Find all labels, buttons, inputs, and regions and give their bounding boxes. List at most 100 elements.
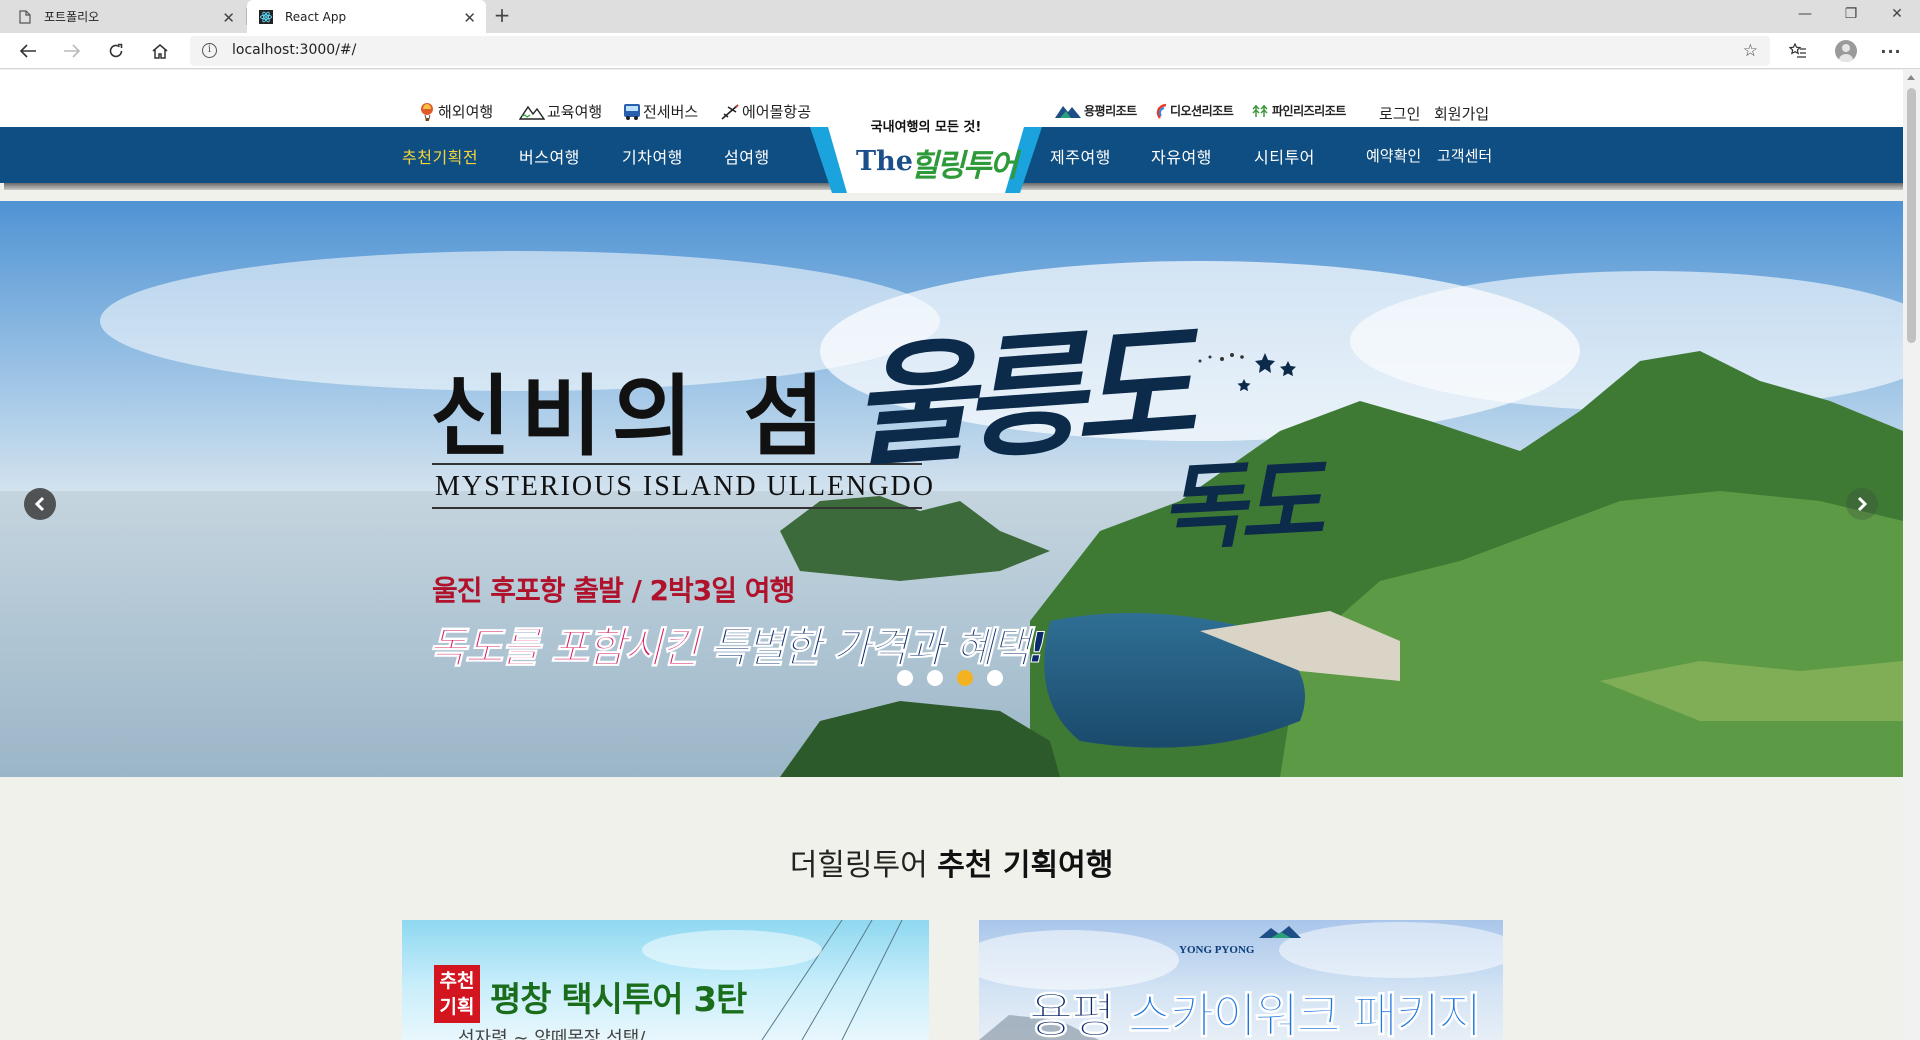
- refresh-icon: [109, 43, 123, 58]
- hero-benefit-part2: 특별한 가격과 혜택!: [709, 623, 1048, 673]
- forward-button[interactable]: [58, 37, 86, 65]
- logo-the: The: [856, 146, 913, 177]
- nav-bus-travel[interactable]: 버스여행: [519, 144, 580, 168]
- chevron-left-icon: [34, 496, 45, 512]
- promo-card-yongpyong[interactable]: YONG PYONG 용평 스카이워크 패키지: [979, 920, 1503, 1040]
- resort-label: 디오션리조트: [1170, 104, 1234, 118]
- url-text[interactable]: localhost:3000/#/: [232, 42, 356, 58]
- restore-icon[interactable]: ❐: [1828, 0, 1874, 30]
- site-info-icon[interactable]: i: [202, 43, 217, 58]
- profile-avatar-icon: [1835, 40, 1857, 62]
- slider-pagination: [897, 670, 1003, 686]
- hero-rule-top: [432, 463, 922, 465]
- nav-train-travel[interactable]: 기차여행: [622, 144, 683, 168]
- pinerise-logo-icon: [1252, 103, 1270, 119]
- back-arrow-icon: [19, 44, 36, 58]
- new-tab-button[interactable]: +: [490, 4, 514, 28]
- hero-brush-ulleungdo: 울릉도: [845, 308, 1191, 487]
- logo-name-ko: 힐링투어: [910, 148, 1018, 184]
- home-button[interactable]: [146, 37, 174, 65]
- util-link-overseas[interactable]: 해외여행: [416, 101, 493, 122]
- refresh-button[interactable]: [102, 37, 130, 65]
- signup-link[interactable]: 회원가입: [1434, 103, 1489, 124]
- close-tab-icon[interactable]: ✕: [222, 9, 235, 27]
- resort-link-theocean[interactable]: 디오션리조트: [1154, 102, 1234, 119]
- nav-jeju-travel[interactable]: 제주여행: [1050, 144, 1111, 168]
- resort-label: 파인리즈리조트: [1272, 104, 1346, 118]
- favorites-list-icon: [1789, 43, 1806, 58]
- home-icon: [152, 44, 168, 59]
- chevron-right-icon: [1857, 496, 1868, 512]
- resort-link-pinerise[interactable]: 파인리즈리조트: [1252, 102, 1346, 119]
- card-brand: YONG PYONG: [1179, 944, 1255, 956]
- hero-brush-dokdo: 독도: [1157, 446, 1321, 564]
- nav-recommended[interactable]: 추천기획전: [402, 144, 478, 168]
- resort-label: 용평리조트: [1084, 104, 1137, 118]
- promo-card-pyeongchang[interactable]: 추천 기획 평창 택시투어 3탄 선자령 ~ 양떼목장 선택/: [402, 920, 929, 1040]
- page-viewport: 해외여행 교육여행 전세버스 에어몰항공 용평리조트 디오션리조트 파인리즈리조…: [0, 70, 1903, 1040]
- airplane-icon: [720, 103, 740, 121]
- stars-icon: [1198, 353, 1296, 392]
- card-subtitle: 선자령 ~ 양떼목장 선택/: [458, 1028, 646, 1040]
- more-menu-icon[interactable]: ···: [1876, 37, 1906, 65]
- stamp-text: 추천 기획: [439, 970, 475, 1018]
- login-link[interactable]: 로그인: [1379, 103, 1420, 124]
- react-icon: [259, 9, 273, 24]
- util-link-charter-bus[interactable]: 전세버스: [623, 101, 698, 122]
- browser-tab-portfolio[interactable]: 포트폴리오 ✕: [0, 0, 245, 33]
- mountain-icon: [519, 103, 545, 121]
- theocean-logo-icon: [1154, 103, 1168, 119]
- hero-subtitle-departure: 울진 후포항 출발 / 2박3일 여행: [432, 574, 795, 607]
- favorites-button[interactable]: [1783, 37, 1813, 65]
- util-link-label: 교육여행: [547, 103, 603, 121]
- browser-tab-react-app[interactable]: React App ✕: [247, 0, 486, 33]
- section-title-bold: 추천 기획여행: [937, 848, 1114, 883]
- page-scrollbar[interactable]: [1903, 70, 1920, 1040]
- card-title-part1: 용평: [1028, 988, 1115, 1040]
- util-link-label: 전세버스: [643, 103, 699, 121]
- recommend-stamp: 추천 기획: [434, 965, 480, 1023]
- util-link-label: 해외여행: [438, 103, 494, 121]
- slider-dot[interactable]: [897, 670, 913, 686]
- close-tab-icon[interactable]: ✕: [463, 9, 476, 27]
- card-title-part2: 스카이워크 패키지: [1128, 988, 1483, 1040]
- balloon-icon: [416, 102, 436, 122]
- nav-customer-center[interactable]: 고객센터: [1437, 145, 1492, 166]
- close-window-icon[interactable]: ✕: [1874, 0, 1920, 30]
- profile-button[interactable]: [1831, 37, 1861, 65]
- nav-city-tour[interactable]: 시티투어: [1254, 144, 1315, 168]
- forward-arrow-icon: [64, 44, 81, 58]
- slider-dot[interactable]: [927, 670, 943, 686]
- browser-tab-bar: 포트폴리오 ✕ React App ✕ + — ❐ ✕: [0, 0, 1920, 33]
- section-title-light: 더힐링투어: [789, 848, 928, 883]
- hero-benefit-part1: 독도를 포함시킨: [427, 623, 699, 673]
- slider-next-button[interactable]: [1846, 488, 1878, 520]
- address-bar[interactable]: i localhost:3000/#/ ☆: [190, 36, 1770, 66]
- util-link-education[interactable]: 교육여행: [519, 101, 602, 122]
- section-title: 더힐링투어 추천 기획여행: [0, 840, 1903, 884]
- slider-dot[interactable]: [987, 670, 1003, 686]
- scrollbar-thumb[interactable]: [1907, 88, 1916, 343]
- resort-link-yongpyong[interactable]: 용평리조트: [1054, 102, 1137, 119]
- hero-slider: 신비의 섬 MYSTERIOUS ISLAND ULLENGDO 울릉도 독도 …: [0, 201, 1903, 777]
- slider-dot-active[interactable]: [957, 670, 973, 686]
- util-link-label: 에어몰항공: [742, 103, 812, 121]
- nav-reservation-check[interactable]: 예약확인: [1366, 145, 1421, 166]
- browser-toolbar: i localhost:3000/#/ ☆ ···: [0, 33, 1920, 69]
- minimize-icon[interactable]: —: [1782, 0, 1828, 30]
- nav-free-travel[interactable]: 자유여행: [1151, 144, 1212, 168]
- nav-island-travel[interactable]: 섬여행: [724, 144, 770, 168]
- hero-subtitle-benefit: 독도를 포함시킨 특별한 가격과 혜택!: [427, 614, 1048, 675]
- back-button[interactable]: [14, 37, 42, 65]
- document-icon: [18, 9, 32, 24]
- slider-prev-button[interactable]: [24, 488, 56, 520]
- site-logo[interactable]: 국내여행의 모든 것! The 힐링투어: [810, 116, 1042, 196]
- yongpyong-logo-icon: [1054, 103, 1082, 119]
- hero-background: [0, 201, 1903, 777]
- tab-title: React App: [285, 9, 347, 24]
- util-link-airmall[interactable]: 에어몰항공: [720, 101, 811, 122]
- scroll-up-arrow-icon[interactable]: [1907, 75, 1915, 80]
- favorite-star-icon[interactable]: ☆: [1743, 41, 1758, 61]
- tab-title: 포트폴리오: [44, 10, 100, 24]
- hero-title-korean: 신비의 섬: [430, 364, 835, 468]
